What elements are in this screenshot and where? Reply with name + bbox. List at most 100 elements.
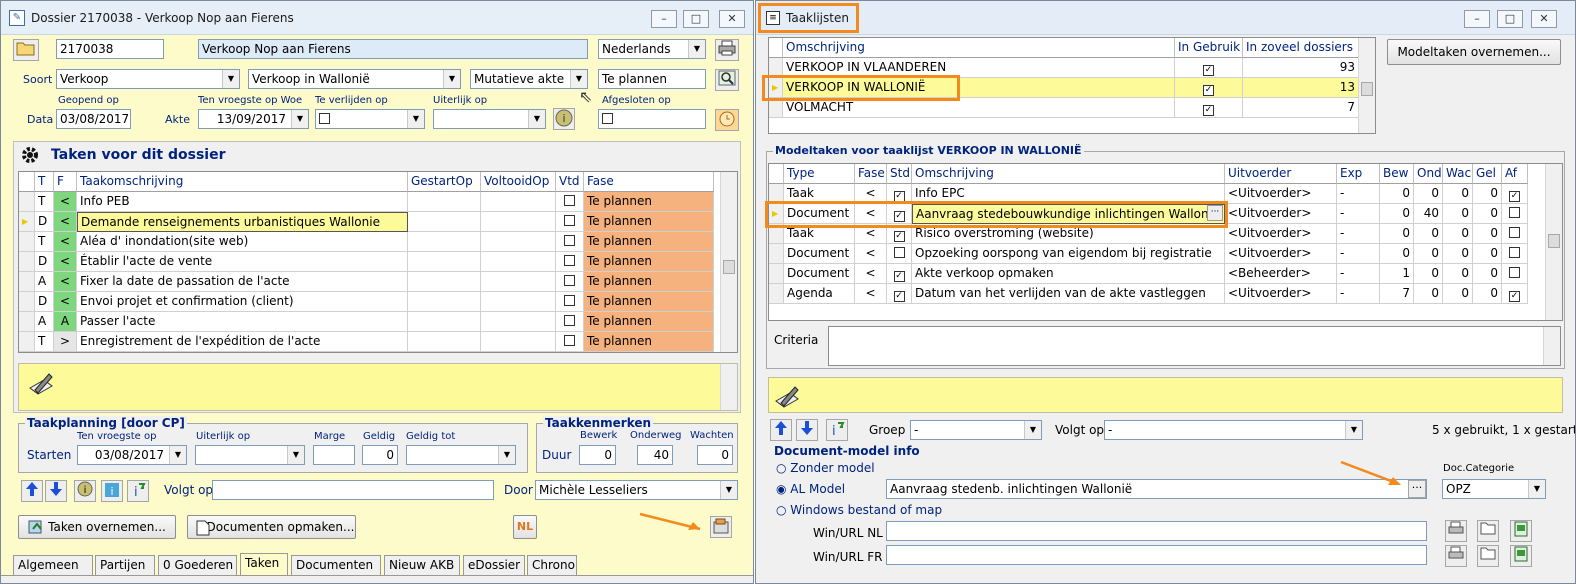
soort-select[interactable]: Verkoop ▼ [56,69,240,89]
scroll-thumb[interactable] [1548,234,1560,248]
chevron-down-icon[interactable]: ▼ [1528,480,1545,498]
task-vtd-checkbox[interactable] [564,275,575,286]
language-nl-button[interactable]: NL [513,515,537,539]
model-desc[interactable]: Datum van het verlijden van de akte vast… [912,284,1225,304]
row-indicator[interactable] [769,284,784,304]
task-description[interactable]: Demande renseignements urbanistiques Wal… [77,212,408,232]
list-col-0[interactable]: Omschrijving [783,38,1175,58]
al-model-browse-button[interactable]: ··· [1408,480,1426,498]
modeltaken-scrollbar[interactable] [1545,164,1562,320]
model-filter-button[interactable]: i [826,419,848,441]
model-col-af[interactable]: Af [1502,164,1528,184]
groep-select[interactable]: - ▼ [910,420,1042,440]
url-nl-print-button[interactable] [1445,520,1467,542]
task-description[interactable]: Enregistrement de l'expédition de l'acte [77,332,408,352]
model-std-checkbox[interactable] [893,247,905,258]
model-af-checkbox[interactable] [1509,267,1520,278]
tasks-col-fase[interactable]: Fase [584,172,714,192]
task-description[interactable]: Passer l'acte [77,312,408,332]
model-desc[interactable]: Opzoeking oorspong van eigendom bij regi… [912,244,1225,264]
tasks-col-voltooidop[interactable]: VoltooidOp [481,172,556,192]
chevron-down-icon[interactable]: ▼ [169,446,186,464]
model-notes-area[interactable] [768,377,1563,413]
tab-partijen[interactable]: Partijen [95,555,155,575]
open-folder-button[interactable] [13,39,39,61]
volgt-field[interactable] [212,480,494,500]
chevron-down-icon[interactable]: ▼ [498,446,515,464]
language-select[interactable]: Nederlands ▼ [598,39,706,59]
minimize-button[interactable]: – [651,10,677,28]
model-col-std[interactable]: Std [887,164,912,184]
model-af-checkbox[interactable] [1509,207,1520,218]
model-col-gel[interactable]: Gel [1473,164,1502,184]
tasks-col-vtd[interactable]: Vtd [556,172,584,192]
model-std-checkbox[interactable]: ✓ [893,271,905,282]
model-col-ond[interactable]: Ond [1414,164,1443,184]
model-std-checkbox[interactable]: ✓ [893,291,905,302]
move-down-button[interactable] [45,480,67,502]
task-vtd-checkbox[interactable] [564,255,575,266]
vroegste-date-field[interactable]: 13/09/2017 ▼ [198,109,309,129]
task-vtd[interactable] [556,192,584,212]
dossier-number-field[interactable]: 2170038 [56,39,164,59]
marge-field[interactable] [313,445,355,465]
in-use-checkbox[interactable]: ✓ [1203,65,1214,76]
door-select[interactable]: Michèle Lesseliers ▼ [535,480,738,500]
chevron-down-icon[interactable]: ▼ [1345,421,1362,439]
url-nl-folder-button[interactable] [1477,520,1499,542]
akte-type-select[interactable]: Mutatieve akte ▼ [470,69,588,89]
model-std[interactable]: ✓ [887,284,912,304]
task-info-button[interactable]: i [74,480,96,502]
model-af[interactable] [1502,244,1528,264]
taaklijst-scrollbar[interactable] [1358,38,1375,133]
notes-scrollbar[interactable] [720,364,737,410]
task-description[interactable]: Aléa d' inondation(site web) [77,232,408,252]
task-vtd[interactable] [556,272,584,292]
row-indicator[interactable] [19,292,35,312]
tasks-scrollbar[interactable] [720,172,737,352]
task-description[interactable]: Envoi projet et confirmation (client) [77,292,408,312]
task-vtd-checkbox[interactable] [564,215,575,226]
model-col-exp[interactable]: Exp [1337,164,1380,184]
geopend-date-field[interactable]: 03/08/2017 [56,109,131,129]
dossier-name-field[interactable]: Verkoop Nop aan Fierens [198,39,588,59]
task-vtd[interactable] [556,212,584,232]
model-std[interactable] [887,244,912,264]
print-button[interactable] [715,39,739,61]
task-vtd[interactable] [556,232,584,252]
list-col-2[interactable]: In zoveel dossiers [1243,38,1359,58]
url-nl-open-button[interactable] [1510,520,1532,542]
onderweg-field[interactable]: 40 [637,445,673,465]
model-col-fase[interactable]: Fase [855,164,887,184]
modeltaken-overnemen-button[interactable]: Modeltaken overnemen... [1387,39,1561,65]
row-indicator[interactable] [19,272,35,292]
list-in-use[interactable]: ✓ [1175,78,1243,98]
model-af-checkbox[interactable] [1509,247,1520,258]
row-indicator[interactable] [19,252,35,272]
chevron-down-icon[interactable]: ▼ [528,110,545,128]
bewerk-field[interactable]: 0 [579,445,616,465]
soort-detail-select[interactable]: Verkoop in Wallonië ▼ [248,69,461,89]
row-indicator[interactable] [19,192,35,212]
tab-nieuw-akb[interactable]: Nieuw AKB [384,555,460,575]
geldigtot-field[interactable]: ▼ [406,445,516,465]
search-button[interactable] [715,69,739,91]
chevron-down-icon[interactable]: ▼ [688,40,705,58]
chevron-down-icon[interactable]: ▼ [222,70,239,88]
doccat-select[interactable]: OPZ ▼ [1442,479,1546,499]
scroll-thumb[interactable] [1361,82,1373,96]
documenten-opmaken-button[interactable]: Documenten opmaken... [187,515,356,539]
volgt-op-select[interactable]: - ▼ [1104,420,1363,440]
task-filter-button[interactable]: i [127,480,149,502]
in-use-checkbox[interactable]: ✓ [1203,105,1214,116]
chevron-down-icon[interactable]: ▼ [291,110,308,128]
chevron-down-icon[interactable]: ▼ [443,70,460,88]
row-indicator[interactable] [19,332,35,352]
list-col-1[interactable]: In Gebruik [1175,38,1243,58]
uiterlijk-date-field[interactable]: ▼ [433,109,546,129]
task-vtd[interactable] [556,292,584,312]
wachten-field[interactable]: 0 [697,445,733,465]
tab-chrono[interactable]: Chrono [527,555,577,575]
verlijden-checkbox[interactable] [319,113,330,124]
model-af[interactable]: ✓ [1502,184,1528,204]
